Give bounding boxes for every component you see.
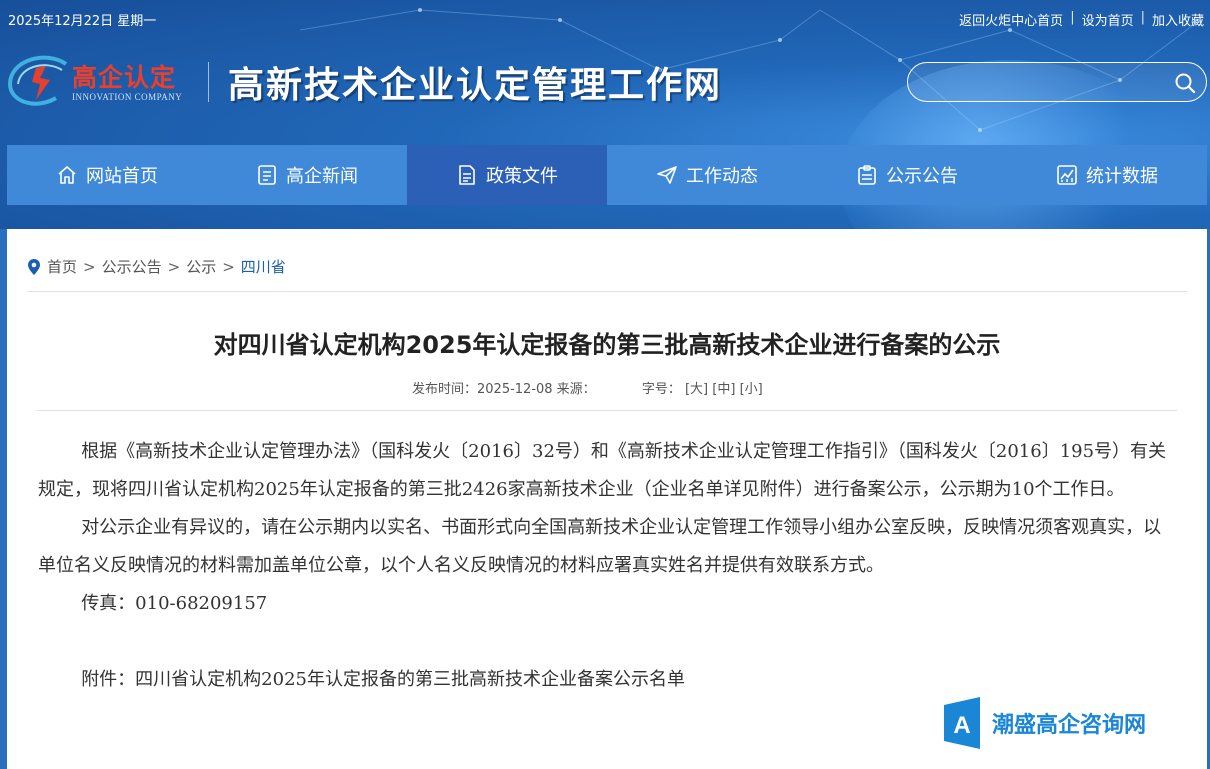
paragraph: 传真：010-68209157 <box>81 593 268 614</box>
send-icon <box>657 166 677 184</box>
svg-text:A: A <box>953 712 970 739</box>
top-bar: 2025年12月22日 星期一 返回火炬中心首页 | 设为首页 | 加入收藏 <box>0 0 1210 38</box>
document-icon <box>459 165 475 185</box>
breadcrumb-notice[interactable]: 公示 <box>186 256 216 277</box>
home-icon <box>58 166 76 184</box>
main-nav: 网站首页 高企新闻 政策文件 工作动态 公示公告 统计数据 <box>7 145 1207 205</box>
logo-divider <box>208 62 209 102</box>
watermark-text: 潮盛高企咨询网 <box>992 712 1147 738</box>
logo-emblem-icon <box>7 55 68 106</box>
divider: | <box>1140 10 1145 25</box>
nav-label: 工作动态 <box>686 166 758 187</box>
breadcrumb-separator: > <box>83 257 96 276</box>
divider: | <box>1070 10 1075 25</box>
nav-announcements[interactable]: 公示公告 <box>807 145 1007 205</box>
site-logo[interactable]: 高企认定 INNOVATION COMPANY <box>6 52 206 112</box>
link-add-favorite[interactable]: 加入收藏 <box>1152 10 1204 29</box>
nav-label: 公示公告 <box>886 166 958 187</box>
nav-home[interactable]: 网站首页 <box>7 145 207 205</box>
article-body: 根据《高新技术企业认定管理办法》（国科发火〔2016〕32号）和《高新技术企业认… <box>38 433 1170 699</box>
article-title: 对四川省认定机构2025年认定报备的第三批高新技术企业进行备案的公示 <box>213 331 1001 359</box>
publish-info: 发布时间：2025-12-08 来源： <box>412 382 596 397</box>
location-pin-icon <box>28 258 40 275</box>
nav-work-news[interactable]: 工作动态 <box>607 145 807 205</box>
nav-policy[interactable]: 政策文件 <box>407 145 607 205</box>
chart-icon <box>1057 165 1077 185</box>
nav-label: 网站首页 <box>86 166 158 187</box>
top-links: 返回火炬中心首页 | 设为首页 | 加入收藏 <box>959 10 1204 29</box>
breadcrumb: 首页 > 公示公告 > 公示 > 四川省 <box>27 256 286 277</box>
paragraph: 对公示企业有异议的，请在公示期内以实名、书面形式向全国高新技术企业认定管理工作领… <box>38 517 1162 576</box>
logo-chinese-text: 高企认定 <box>72 63 177 92</box>
link-set-homepage[interactable]: 设为首页 <box>1082 10 1134 29</box>
divider <box>27 291 1187 292</box>
font-size-large[interactable]: [大] <box>685 382 708 397</box>
article-meta: 发布时间：2025-12-08 来源： 字号： [大] [中] [小] <box>412 378 763 397</box>
current-date: 2025年12月22日 星期一 <box>8 14 157 29</box>
font-size-medium[interactable]: [中] <box>712 382 735 397</box>
news-icon <box>258 165 276 185</box>
nav-statistics[interactable]: 统计数据 <box>1007 145 1207 205</box>
nav-news[interactable]: 高企新闻 <box>207 145 407 205</box>
link-torch-home[interactable]: 返回火炬中心首页 <box>959 10 1063 29</box>
font-size-label: 字号： <box>641 382 681 397</box>
font-size-small[interactable]: [小] <box>740 382 763 397</box>
paragraph: 根据《高新技术企业认定管理办法》（国科发火〔2016〕32号）和《高新技术企业认… <box>38 441 1167 500</box>
attachment-link[interactable]: 附件：四川省认定机构2025年认定报备的第三批高新技术企业备案公示名单 <box>38 661 1170 699</box>
breadcrumb-separator: > <box>167 257 181 276</box>
logo-english-text: INNOVATION COMPANY <box>72 92 183 102</box>
watermark-logo-icon: A <box>944 697 980 749</box>
breadcrumb-separator: > <box>222 257 235 276</box>
breadcrumb-home[interactable]: 首页 <box>47 256 77 277</box>
nav-label: 政策文件 <box>486 166 558 187</box>
watermark: A 潮盛高企咨询网 <box>942 695 1146 751</box>
search-icon[interactable] <box>1174 72 1196 94</box>
search-input[interactable] <box>924 71 1168 95</box>
nav-label: 统计数据 <box>1086 166 1158 187</box>
site-title: 高新技术企业认定管理工作网 <box>228 64 723 106</box>
nav-label: 高企新闻 <box>286 166 358 187</box>
search-box[interactable] <box>907 62 1207 102</box>
clipboard-icon <box>858 165 876 185</box>
article-panel: 首页 > 公示公告 > 公示 > 四川省 对四川省认定机构2025年认定报备的第… <box>7 229 1207 769</box>
breadcrumb-announcements[interactable]: 公示公告 <box>102 256 162 277</box>
divider <box>37 410 1177 411</box>
breadcrumb-current[interactable]: 四川省 <box>241 256 286 277</box>
